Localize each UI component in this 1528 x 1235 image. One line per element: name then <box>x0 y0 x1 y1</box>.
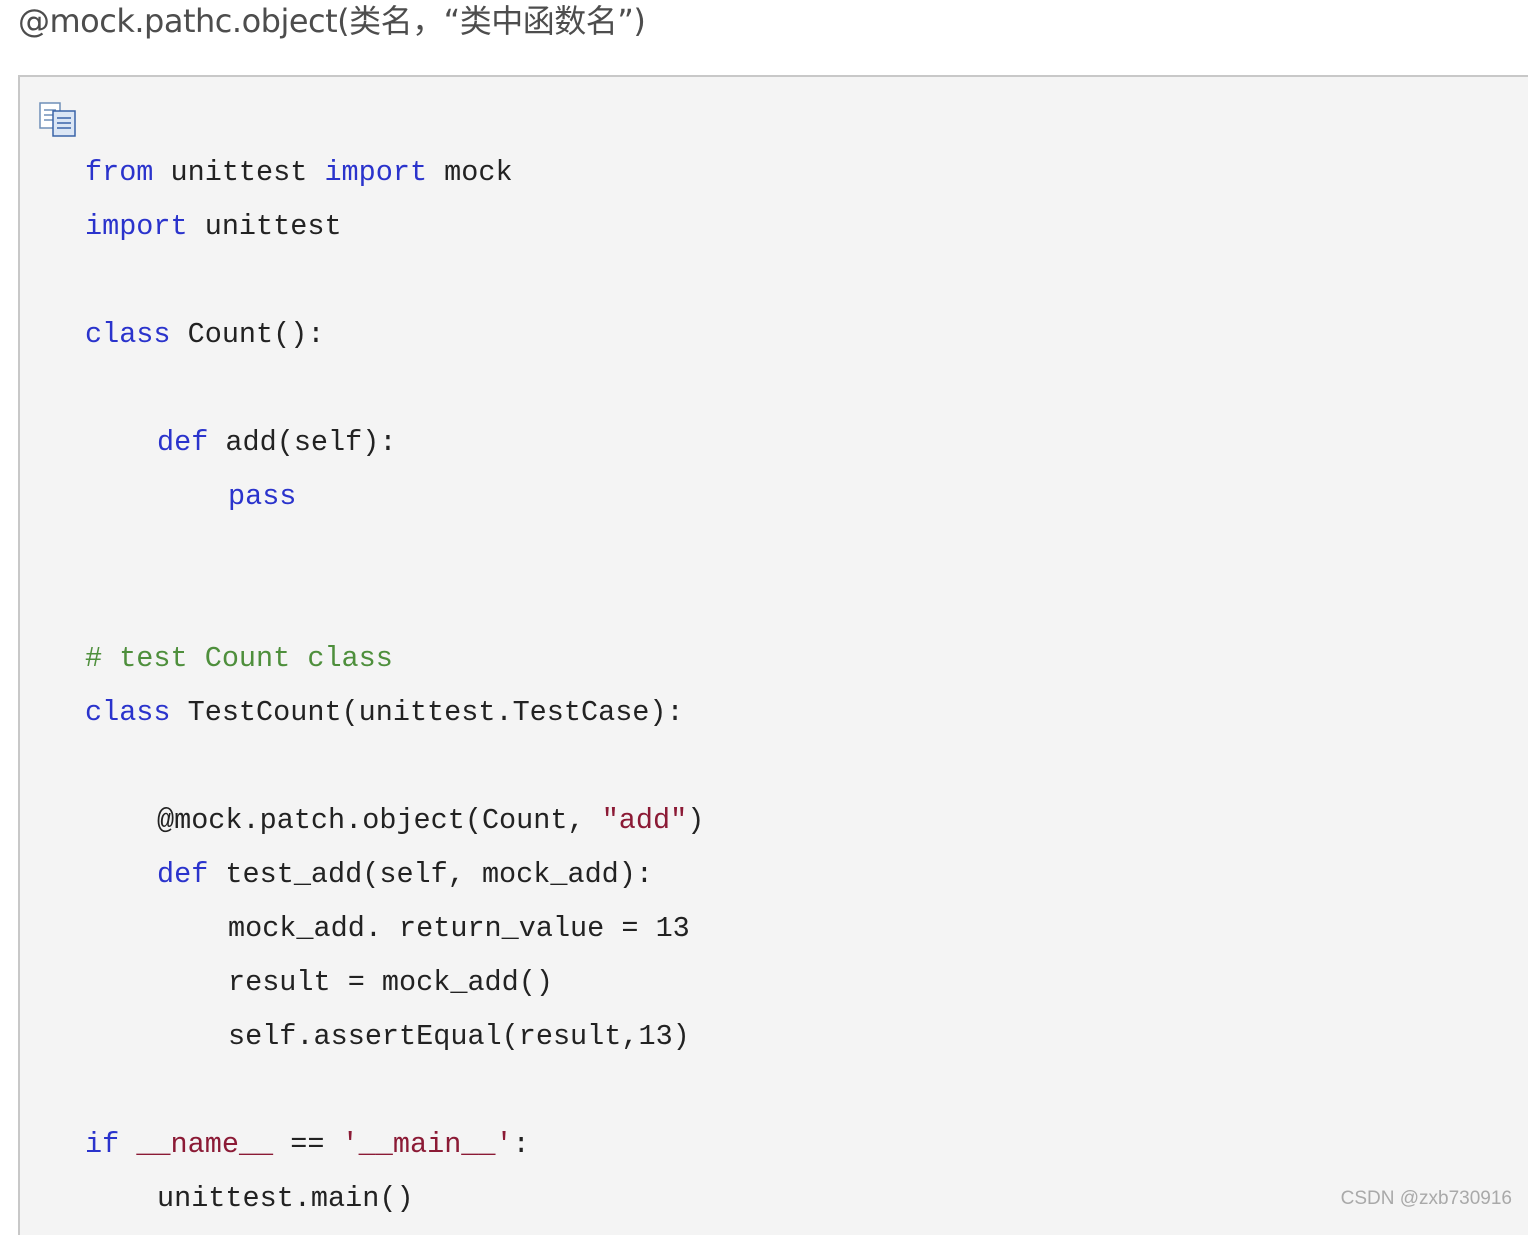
code-line: class TestCount(unittest.TestCase): <box>85 695 684 731</box>
code-token: self.assertEqual(result,13) <box>228 1020 690 1053</box>
code-token: def <box>157 858 209 891</box>
watermark: CSDN @zxb730916 <box>1340 1188 1512 1209</box>
code-token: if <box>85 1128 120 1161</box>
code-line: from unittest import mock <box>85 155 513 191</box>
code-token: class <box>85 696 171 729</box>
code-lines: from unittest import mock import unittes… <box>20 77 1528 1235</box>
code-token: # test Count class <box>85 642 393 675</box>
code-token: ) <box>687 804 705 837</box>
code-token: __name__ <box>136 1128 274 1161</box>
code-token: test_add(self, mock_add): <box>208 858 653 891</box>
code-line: self.assertEqual(result,13) <box>228 1019 690 1055</box>
code-token: import <box>85 210 188 243</box>
code-line: def add(self): <box>157 425 396 461</box>
code-token: Count(): <box>170 318 325 351</box>
code-token: TestCount(unittest.TestCase): <box>170 696 684 729</box>
code-token: class <box>85 318 171 351</box>
code-line: @mock.patch.object(Count, "add") <box>157 803 704 839</box>
code-token: : <box>512 1128 530 1161</box>
code-line: unittest.main() <box>157 1181 414 1217</box>
code-line: import unittest <box>85 209 342 245</box>
code-line: pass <box>228 479 296 515</box>
code-token: unittest <box>187 210 342 243</box>
code-token: add(self): <box>208 426 397 459</box>
code-token: unittest.main() <box>157 1182 414 1215</box>
code-line: result = mock_add() <box>228 965 553 1001</box>
code-token: mock <box>427 156 513 189</box>
code-token: @mock.patch.object(Count, <box>157 804 602 837</box>
code-line: def test_add(self, mock_add): <box>157 857 653 893</box>
code-line: mock_add. return_value = 13 <box>228 911 690 947</box>
code-token: import <box>324 156 428 189</box>
code-token: from <box>85 156 154 189</box>
code-token: == <box>273 1128 342 1161</box>
code-token: "add" <box>601 804 688 837</box>
code-token: mock_add. return_value = 13 <box>228 912 690 945</box>
code-token: '__main__' <box>341 1128 513 1161</box>
code-token: result = mock_add() <box>228 966 553 999</box>
code-block: from unittest import mock import unittes… <box>18 75 1528 1235</box>
page-title: @mock.pathc.object(类名，“类中函数名”) <box>18 2 646 40</box>
code-line: if __name__ == '__main__': <box>85 1127 530 1163</box>
code-token: def <box>157 426 209 459</box>
code-token: unittest <box>153 156 325 189</box>
code-line: # test Count class <box>85 641 393 677</box>
code-line: class Count(): <box>85 317 324 353</box>
code-token: pass <box>228 480 297 513</box>
